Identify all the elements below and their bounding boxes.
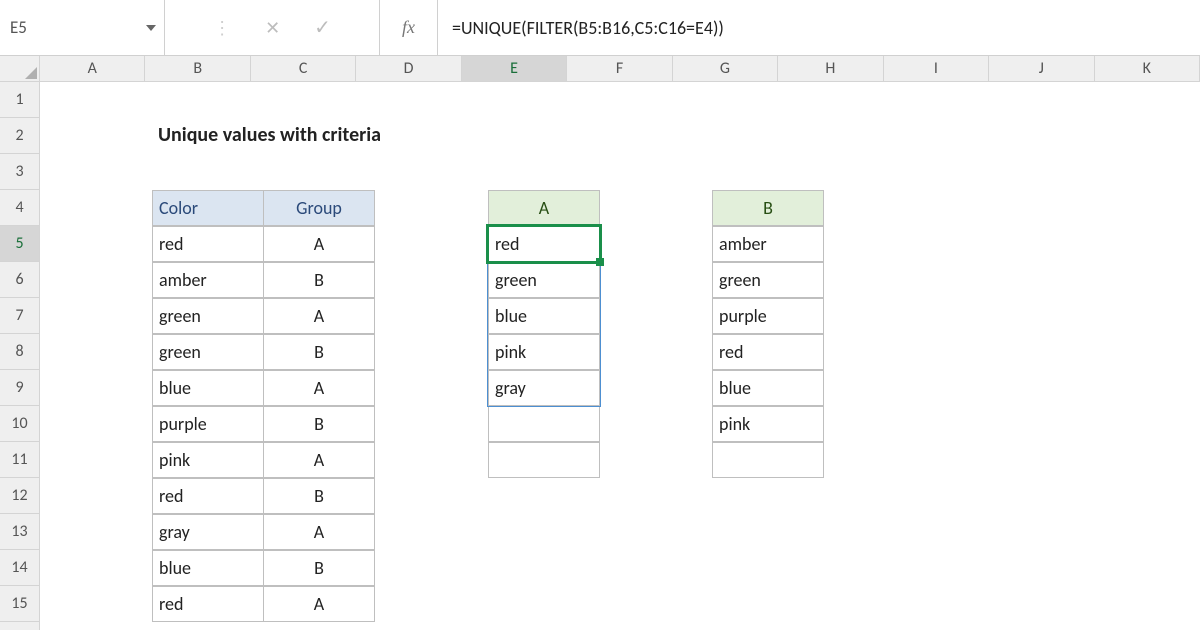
table-header-color[interactable]: Color — [152, 190, 264, 226]
table-row[interactable]: blue — [152, 550, 264, 586]
row-header-8[interactable]: 8 — [0, 334, 39, 370]
result-b-header[interactable]: B — [712, 190, 824, 226]
col-header-J[interactable]: J — [989, 56, 1094, 81]
table-row[interactable]: A — [263, 586, 375, 622]
row-header-4[interactable]: 4 — [0, 190, 39, 226]
formula-buttons: ⋮ ✕ ✓ — [165, 0, 380, 55]
table-row[interactable]: B — [263, 478, 375, 514]
formula-text: =UNIQUE(FILTER(B5:B16,C5:C16=E4)) — [452, 17, 724, 39]
table-row[interactable]: A — [263, 514, 375, 550]
chevron-down-icon[interactable] — [146, 25, 156, 31]
page-title: Unique values with criteria — [152, 118, 552, 154]
row-header-9[interactable]: 9 — [0, 370, 39, 406]
row-header-1[interactable]: 1 — [0, 82, 39, 118]
table-row[interactable]: B — [263, 550, 375, 586]
cells-layer: Unique values with criteria Color Group … — [40, 82, 1200, 630]
result-b-value[interactable]: purple — [712, 298, 824, 334]
result-b-empty[interactable] — [712, 442, 824, 478]
col-header-D[interactable]: D — [356, 56, 461, 81]
table-row[interactable]: B — [263, 334, 375, 370]
table-row[interactable]: red — [152, 478, 264, 514]
col-header-B[interactable]: B — [145, 56, 250, 81]
divider-icon: ⋮ — [213, 17, 231, 39]
table-row[interactable]: green — [152, 334, 264, 370]
row-header-11[interactable]: 11 — [0, 442, 39, 478]
name-box[interactable]: E5 — [0, 0, 165, 55]
result-b-value[interactable]: pink — [712, 406, 824, 442]
col-header-I[interactable]: I — [884, 56, 989, 81]
table-row[interactable]: amber — [152, 262, 264, 298]
table-row[interactable]: green — [152, 298, 264, 334]
formula-bar: E5 ⋮ ✕ ✓ fx =UNIQUE(FILTER(B5:B16,C5:C16… — [0, 0, 1200, 56]
result-b-value[interactable]: red — [712, 334, 824, 370]
row-header-15[interactable]: 15 — [0, 586, 39, 622]
result-b-value[interactable]: blue — [712, 370, 824, 406]
result-a-value[interactable]: green — [488, 262, 600, 298]
table-row[interactable]: blue — [152, 370, 264, 406]
table-header-group[interactable]: Group — [263, 190, 375, 226]
col-header-E[interactable]: E — [462, 56, 567, 81]
result-a-header[interactable]: A — [488, 190, 600, 226]
name-box-value: E5 — [10, 17, 27, 38]
row-header-13[interactable]: 13 — [0, 514, 39, 550]
col-header-C[interactable]: C — [251, 56, 356, 81]
result-a-empty[interactable] — [488, 406, 600, 442]
result-a-value[interactable]: blue — [488, 298, 600, 334]
table-row[interactable]: gray — [152, 514, 264, 550]
result-b-value[interactable]: amber — [712, 226, 824, 262]
table-row[interactable]: purple — [152, 406, 264, 442]
row-header-10[interactable]: 10 — [0, 406, 39, 442]
table-row[interactable]: A — [263, 226, 375, 262]
col-header-H[interactable]: H — [778, 56, 883, 81]
formula-input[interactable]: =UNIQUE(FILTER(B5:B16,C5:C16=E4)) — [438, 0, 1200, 55]
row-header-14[interactable]: 14 — [0, 550, 39, 586]
col-header-A[interactable]: A — [40, 56, 145, 81]
row-headers[interactable]: 1 2 3 4 5 6 7 8 9 10 11 12 13 14 15 — [0, 82, 40, 630]
table-row[interactable]: A — [263, 370, 375, 406]
worksheet-grid[interactable]: A B C D E F G H I J K 1 2 3 4 5 6 7 8 9 … — [0, 56, 1200, 630]
result-a-empty[interactable] — [488, 442, 600, 478]
cancel-icon[interactable]: ✕ — [265, 17, 280, 39]
fx-icon[interactable]: fx — [380, 0, 438, 55]
row-header-6[interactable]: 6 — [0, 262, 39, 298]
table-row[interactable]: A — [263, 442, 375, 478]
col-header-G[interactable]: G — [673, 56, 778, 81]
row-header-5[interactable]: 5 — [0, 226, 39, 262]
table-row[interactable]: pink — [152, 442, 264, 478]
result-b-value[interactable]: green — [712, 262, 824, 298]
table-row[interactable]: B — [263, 262, 375, 298]
column-headers[interactable]: A B C D E F G H I J K — [40, 56, 1200, 82]
result-a-value[interactable]: gray — [488, 370, 600, 406]
select-all-triangle[interactable] — [0, 56, 40, 82]
row-header-3[interactable]: 3 — [0, 154, 39, 190]
row-header-12[interactable]: 12 — [0, 478, 39, 514]
table-row[interactable]: red — [152, 226, 264, 262]
row-header-2[interactable]: 2 — [0, 118, 39, 154]
table-row[interactable]: B — [263, 406, 375, 442]
table-row[interactable]: red — [152, 586, 264, 622]
result-a-value[interactable]: pink — [488, 334, 600, 370]
result-a-value[interactable]: red — [488, 226, 600, 262]
enter-icon[interactable]: ✓ — [314, 15, 331, 40]
col-header-K[interactable]: K — [1095, 56, 1200, 81]
row-header-7[interactable]: 7 — [0, 298, 39, 334]
table-row[interactable]: A — [263, 298, 375, 334]
col-header-F[interactable]: F — [567, 56, 672, 81]
